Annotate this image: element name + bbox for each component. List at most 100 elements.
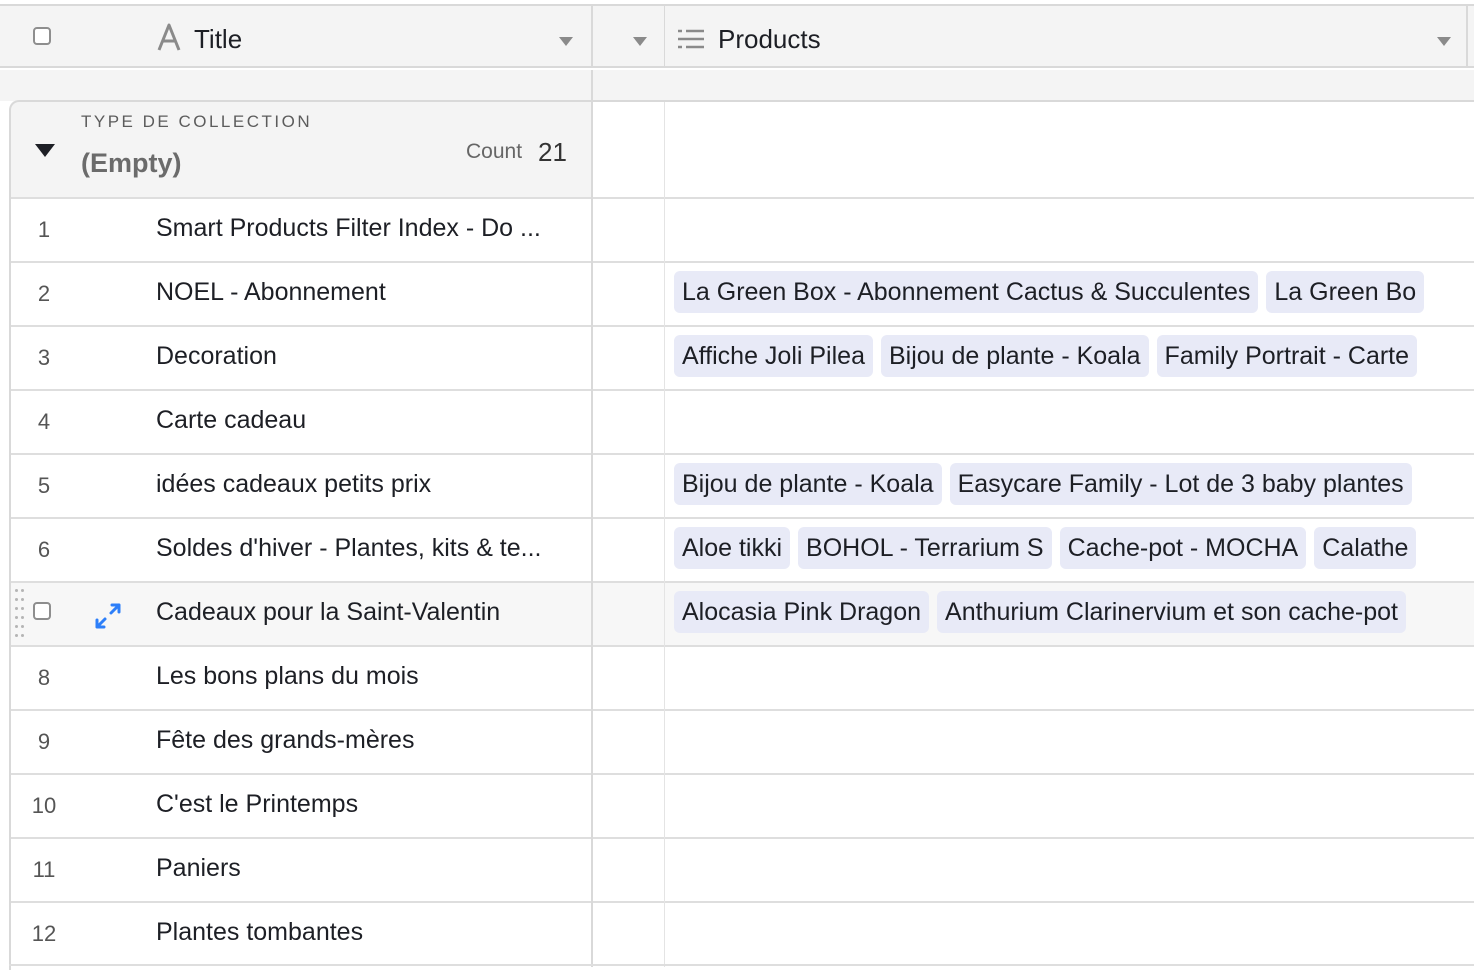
products-cell[interactable]	[674, 399, 1474, 445]
row-title-cell[interactable]: Les bons plans du mois	[156, 662, 586, 691]
products-cell[interactable]: Bijou de plante - Koala Easycare Family -…	[674, 463, 1474, 509]
column-products-label[interactable]: Products	[718, 24, 821, 55]
products-cell[interactable]	[674, 655, 1474, 701]
linked-product-chip[interactable]: La Green Bo	[1266, 271, 1425, 313]
linked-product-chip[interactable]: Affiche Joli Pilea	[674, 335, 873, 377]
row-number: 8	[37, 665, 51, 690]
products-cell[interactable]: Aloe tikki BOHOL - Terrarium S Cache-pot -…	[674, 527, 1474, 573]
expand-record-icon[interactable]	[94, 602, 122, 630]
table-row[interactable]: 2 NOEL - Abonnement La Green Box - Abonnem…	[9, 261, 1474, 327]
row-checkbox[interactable]	[33, 602, 51, 620]
row-divider	[9, 964, 1474, 966]
column-divider	[664, 837, 665, 903]
linked-record-icon	[676, 28, 708, 52]
column-divider	[664, 102, 665, 199]
collapse-group-icon[interactable]	[35, 144, 55, 157]
linked-product-chip[interactable]: Aloe tikki	[674, 527, 791, 569]
linked-product-chip[interactable]: Bijou de plante - Koala	[674, 463, 942, 505]
linked-product-chip[interactable]: Cache-pot - MOCHA	[1059, 527, 1307, 569]
linked-product-chip[interactable]: Calathe	[1314, 527, 1417, 569]
group-left-border	[9, 196, 11, 970]
table-row[interactable]: Cadeaux pour la Saint-Valentin Alocasia P…	[9, 581, 1474, 647]
table-row[interactable]: 6 Soldes d'hiver - Plantes, kits & te... A…	[9, 517, 1474, 583]
table-row[interactable]: 8 Les bons plans du mois	[9, 645, 1474, 711]
products-cell[interactable]	[674, 719, 1474, 765]
group-count-value: 21	[538, 137, 567, 167]
linked-product-chip[interactable]: Easycare Family - Lot de 3 baby plantes	[949, 463, 1412, 505]
row-number: 1	[37, 217, 51, 242]
column-divider	[591, 581, 593, 647]
column-title-label[interactable]: Title	[194, 24, 242, 55]
group-count-label: Count	[466, 140, 523, 163]
products-cell[interactable]: Affiche Joli Pilea Bijou de plante - Koal…	[674, 335, 1474, 381]
column-divider	[664, 901, 665, 967]
table-row[interactable]: 10 C'est le Printemps	[9, 773, 1474, 839]
row-title-cell[interactable]: Carte cadeau	[156, 406, 586, 435]
hidden-column-menu-icon[interactable]	[633, 37, 647, 46]
column-divider	[591, 389, 593, 455]
table-row[interactable]: 5 idées cadeaux petits prix Bijou de plant…	[9, 453, 1474, 519]
row-title-cell[interactable]: Decoration	[156, 342, 586, 371]
column-divider	[664, 325, 665, 391]
column-divider	[664, 261, 665, 327]
column-divider	[591, 517, 593, 583]
products-cell[interactable]	[674, 783, 1474, 829]
column-divider	[664, 389, 665, 455]
row-title-cell[interactable]: Smart Products Filter Index - Do ...	[156, 214, 586, 243]
title-column-menu-icon[interactable]	[559, 37, 573, 46]
select-all-checkbox[interactable]	[33, 27, 51, 45]
column-divider	[591, 773, 593, 839]
column-divider	[664, 4, 665, 68]
column-divider	[664, 709, 665, 775]
row-number: 9	[37, 729, 51, 754]
products-cell[interactable]: Alocasia Pink Dragon Anthurium Clarinervi…	[674, 591, 1474, 637]
table-row[interactable]: 4 Carte cadeau	[9, 389, 1474, 455]
row-title-cell[interactable]: Cadeaux pour la Saint-Valentin	[156, 598, 586, 627]
column-divider	[591, 645, 593, 711]
linked-product-chip[interactable]: Alocasia Pink Dragon	[674, 591, 930, 633]
products-cell[interactable]: La Green Box - Abonnement Cactus & Succu…	[674, 271, 1474, 317]
linked-product-chip[interactable]: BOHOL - Terrarium S	[798, 527, 1052, 569]
column-divider	[664, 581, 665, 647]
row-title-cell[interactable]: Plantes tombantes	[156, 918, 586, 947]
row-title-cell[interactable]: C'est le Printemps	[156, 790, 586, 819]
row-title-cell[interactable]: Fête des grands-mères	[156, 726, 586, 755]
row-title-cell[interactable]: Soldes d'hiver - Plantes, kits & te...	[156, 534, 586, 563]
group-field-value: (Empty)	[81, 148, 182, 178]
products-cell[interactable]	[674, 911, 1474, 957]
drag-handle-icon[interactable]	[15, 589, 27, 641]
table-row[interactable]: 11 Paniers	[9, 837, 1474, 903]
linked-product-chip[interactable]: Anthurium Clarinervium et son cache-pot	[937, 591, 1406, 633]
table-row[interactable]: 12 Plantes tombantes	[9, 901, 1474, 967]
column-divider	[664, 517, 665, 583]
table-row[interactable]: 3 Decoration Affiche Joli Pilea Bijou de pl…	[9, 325, 1474, 391]
linked-product-chip[interactable]: La Green Box - Abonnement Cactus & Succu…	[674, 271, 1259, 313]
column-divider	[664, 773, 665, 839]
group-field-label: TYPE DE COLLECTION	[81, 112, 313, 131]
row-number: 2	[37, 281, 51, 306]
column-divider	[664, 453, 665, 519]
row-number: 5	[37, 473, 51, 498]
linked-product-chip[interactable]: Family Portrait - Carte	[1156, 335, 1418, 377]
row-number: 3	[37, 345, 51, 370]
row-number: 6	[37, 537, 51, 562]
group-header[interactable]: TYPE DE COLLECTION (Empty) Count 21	[9, 100, 593, 197]
column-divider	[1466, 4, 1468, 68]
row-number: 11	[32, 857, 56, 882]
column-divider	[591, 325, 593, 391]
table-row[interactable]: 1 Smart Products Filter Index - Do ...	[9, 197, 1474, 263]
group-header-fields	[593, 100, 1474, 199]
row-number: 10	[31, 793, 57, 818]
linked-product-chip[interactable]: Bijou de plante - Koala	[880, 335, 1149, 377]
table-row[interactable]: 9 Fête des grands-mères	[9, 709, 1474, 775]
products-column-menu-icon[interactable]	[1437, 37, 1451, 46]
column-divider	[591, 901, 593, 967]
row-number: 4	[37, 409, 51, 434]
products-cell[interactable]	[674, 847, 1474, 893]
products-cell[interactable]	[674, 207, 1474, 253]
row-title-cell[interactable]: Paniers	[156, 854, 586, 883]
column-divider	[591, 709, 593, 775]
row-title-cell[interactable]: idées cadeaux petits prix	[156, 470, 586, 499]
grid-header: Title Products	[0, 4, 1474, 68]
row-title-cell[interactable]: NOEL - Abonnement	[156, 278, 586, 307]
